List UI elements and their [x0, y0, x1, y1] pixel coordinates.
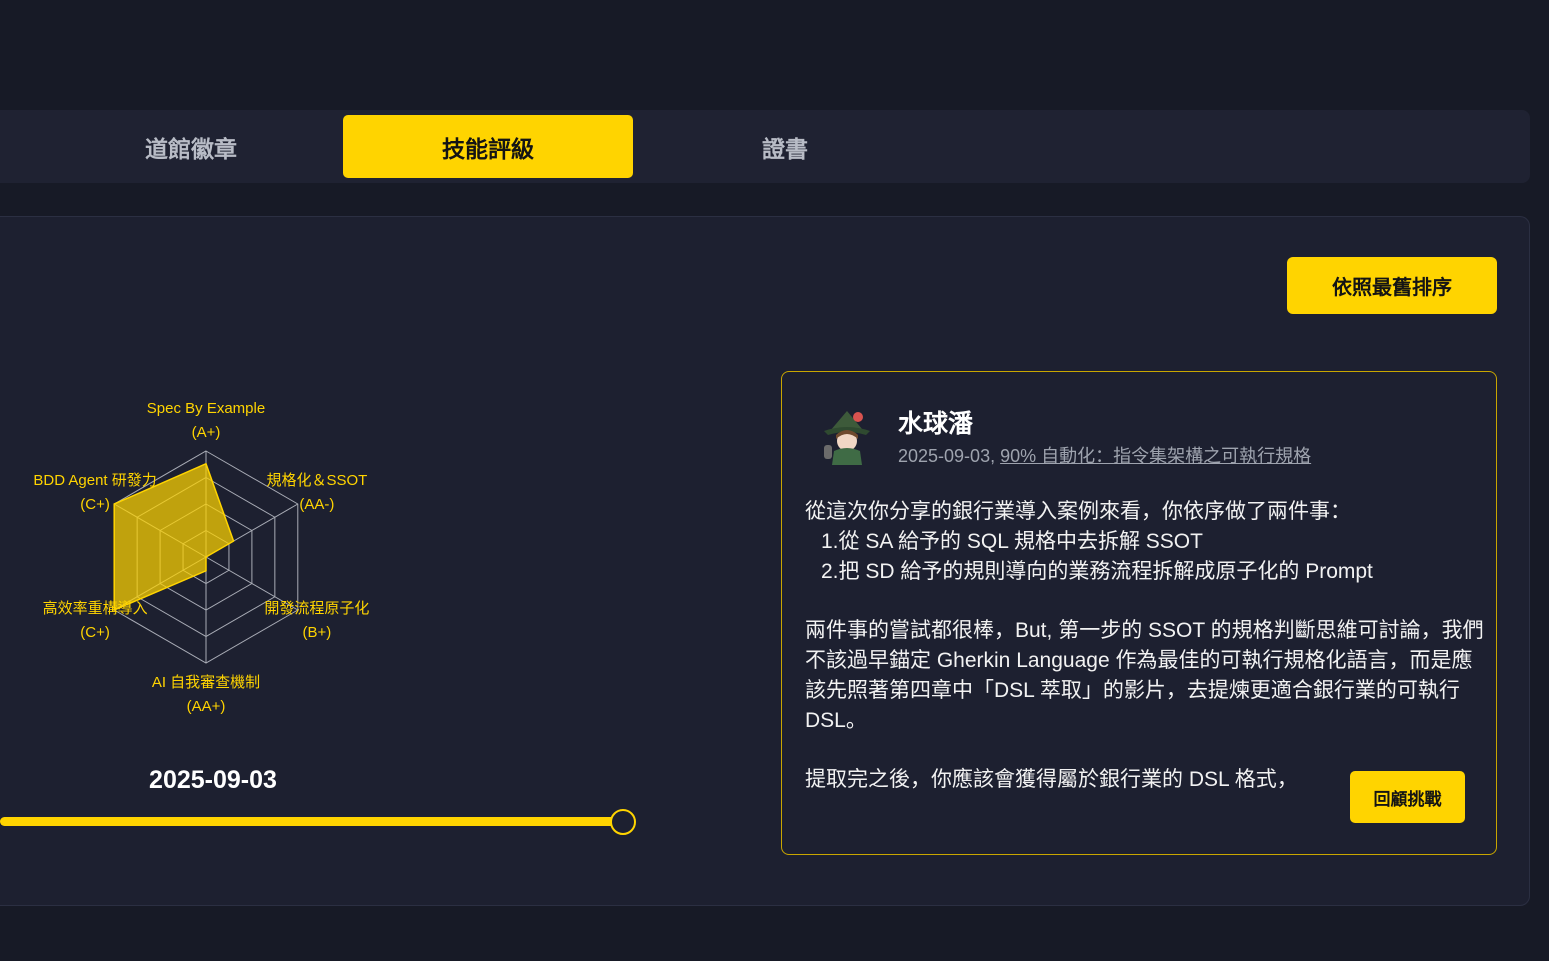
feedback-list-item: 1.從 SA 給予的 SQL 規格中去拆解 SSOT [821, 530, 1203, 553]
sort-oldest-button[interactable]: 依照最舊排序 [1287, 257, 1497, 314]
review-challenge-button[interactable]: 回顧挑戰 [1350, 771, 1465, 823]
feedback-meta: 2025-09-03, 90% 自動化：指令集架構之可執行規格 [898, 442, 1311, 468]
author-name: 水球潘 [898, 410, 974, 438]
radar-axis-label: 高效率重構導入 [43, 600, 148, 617]
radar-axis-grade: (C+) [80, 496, 110, 513]
timeline-slider-handle[interactable] [610, 809, 636, 835]
radar-axis-grade: (AA+) [187, 698, 226, 715]
tab-certificates[interactable]: 證書 [640, 115, 930, 178]
radar-axis-grade: (A+) [192, 424, 221, 441]
tab-bar: 道館徽章 技能評級 證書 [0, 110, 1530, 183]
radar-axis-label: 規格化＆SSOT [266, 472, 367, 489]
feedback-list-item: 2.把 SD 給予的規則導向的業務流程拆解成原子化的 Prompt [821, 560, 1373, 583]
timeline-date: 2025-09-03 [149, 766, 277, 794]
tab-gym-badges[interactable]: 道館徽章 [46, 115, 336, 178]
author-avatar [824, 411, 870, 465]
feedback-paragraph: 兩件事的嘗試都很棒，But, 第一步的 SSOT 的規格判斷思維可討論，我們不該… [805, 619, 1484, 732]
feedback-paragraph: 從這次你分享的銀行業導入案例來看，你依序做了兩件事： [805, 500, 1351, 523]
challenge-link[interactable]: 90% 自動化：指令集架構之可執行規格 [1000, 446, 1311, 466]
feedback-date: 2025-09-03, [898, 446, 996, 466]
radar-axis-label: Spec By Example [147, 400, 265, 417]
radar-axis-grade: (B+) [303, 624, 332, 641]
radar-axis-grade: (AA-) [299, 496, 334, 513]
tab-skill-rating[interactable]: 技能評級 [343, 115, 633, 178]
radar-axis-grade: (C+) [80, 624, 110, 641]
skill-radar-chart: Spec By Example (A+) 規格化＆SSOT (AA-) 開發流程原子化 (… [33, 400, 369, 715]
timeline-slider-track[interactable] [0, 817, 624, 826]
radar-axis-label: 開發流程原子化 [264, 600, 369, 617]
feedback-body: 從這次你分享的銀行業導入案例來看，你依序做了兩件事： 1.從 SA 給予的 SQ… [805, 497, 1490, 795]
radar-axis-label: BDD Agent 研發力 [33, 472, 156, 489]
radar-axis-label: AI 自我審查機制 [152, 674, 260, 691]
